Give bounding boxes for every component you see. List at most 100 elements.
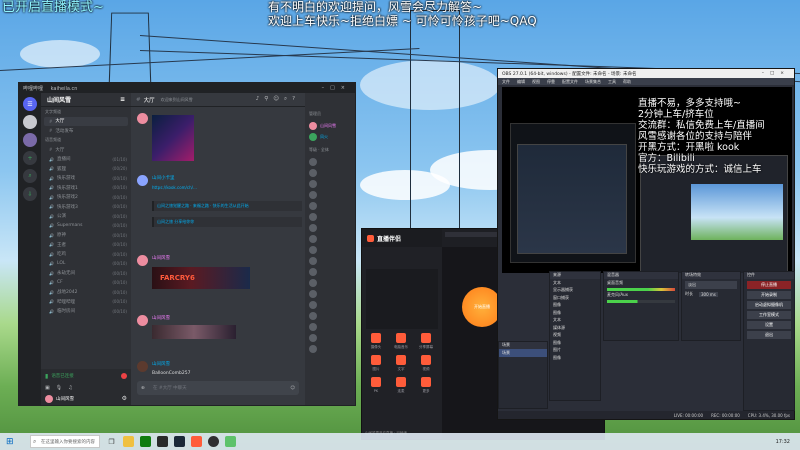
member-item[interactable]	[305, 200, 355, 211]
member-item[interactable]	[305, 233, 355, 244]
channel-item[interactable]: 🔊 永劫无间 (00/10)	[41, 269, 131, 279]
source-item[interactable]: 媒体源	[550, 324, 600, 332]
obs-titlebar[interactable]: OBS 27.0.1 (64-bit, windows) - 配置文件: 未命名…	[498, 69, 794, 78]
obs-menu-item[interactable]: 视图	[532, 79, 540, 85]
shared-image[interactable]	[152, 325, 236, 339]
message-embed[interactable]: 山间之旅 分享给你你	[152, 217, 302, 227]
close-icon[interactable]: ×	[341, 85, 351, 91]
member-item[interactable]	[305, 343, 355, 354]
explore-icon[interactable]: ⌕	[23, 169, 37, 183]
server-avatar[interactable]	[23, 133, 37, 147]
avatar[interactable]	[137, 113, 148, 124]
message-input[interactable]: ⊕ 在 #大厅 中聊天 ☺	[137, 381, 299, 395]
member-item[interactable]	[305, 310, 355, 321]
tool-tile[interactable]: 分享屏幕	[416, 333, 436, 350]
task-view-icon[interactable]: ❐	[106, 436, 117, 447]
chat-app-window[interactable]: 哔哩哔哩 kaiheila.cn –□× ☰ + ⌕ ⇩ 山间风雪 ≡ 文字频道…	[18, 82, 356, 406]
avatar[interactable]	[137, 255, 148, 266]
server-header[interactable]: 山间风雪 ≡	[41, 93, 131, 107]
source-item[interactable]: 图像	[550, 339, 600, 347]
channel-item[interactable]: 🔊 吃鸡 (00/10)	[41, 250, 131, 260]
obs-preview[interactable]: 直播不易，多多支持哦~ 2分钟上车/挤车位 交流群：私信免费上车/直播间 风雪感谢各位…	[502, 87, 792, 273]
channel-item[interactable]: 🔊 哔哩哔哩 (00/10)	[41, 297, 131, 307]
shared-image[interactable]	[152, 115, 194, 161]
message-link[interactable]: https://kook.com/ch/…	[152, 185, 197, 190]
message-embed[interactable]: 山间之旅觉醒之路 · 来福之路 · 快乐的生活从此开始	[152, 201, 302, 211]
control-button[interactable]: 设置	[747, 321, 791, 329]
channel-item[interactable]: 🔊 狐狸 (00/20)	[41, 164, 131, 174]
channel-item[interactable]: 🔊 战地2042 (00/10)	[41, 288, 131, 298]
obs-window[interactable]: OBS 27.0.1 (64-bit, windows) - 配置文件: 未命名…	[497, 68, 795, 420]
source-item[interactable]: 文本	[550, 317, 600, 325]
member-item[interactable]	[305, 222, 355, 233]
chat-app-icon[interactable]	[225, 436, 236, 447]
channel-item[interactable]: 🔊 临时房间 (00/10)	[41, 307, 131, 317]
headset-icon[interactable]: ♫	[68, 385, 72, 391]
taskbar-search[interactable]: ⌕ 在这里输入你要搜索的内容	[30, 435, 100, 448]
tool-tile[interactable]: 视频	[416, 355, 436, 372]
member-item[interactable]: 凤火	[305, 131, 355, 142]
screen-share-icon[interactable]: ▣	[45, 385, 50, 391]
scene-item[interactable]: 场景	[499, 349, 547, 357]
avatar[interactable]	[137, 315, 148, 326]
channel-item[interactable]: 🔊 公演 (00/10)	[41, 212, 131, 222]
tool-tile[interactable]: 图片	[366, 355, 386, 372]
source-item[interactable]: 窗口捕获	[550, 294, 600, 302]
member-item[interactable]	[305, 211, 355, 222]
channel-item[interactable]: 🔊 王者 (00/10)	[41, 240, 131, 250]
members-icon[interactable]: ☺	[273, 96, 284, 102]
add-server-icon[interactable]: +	[23, 151, 37, 165]
volume-meter[interactable]	[607, 300, 675, 303]
source-item[interactable]: 显示器捕获	[550, 287, 600, 295]
maximize-icon[interactable]: □	[770, 71, 780, 76]
emoji-icon[interactable]: ☺	[290, 386, 295, 391]
duration-value[interactable]: 300 ms	[699, 291, 718, 297]
minimize-icon[interactable]: –	[322, 85, 331, 91]
channel-item[interactable]: # 大厅	[44, 116, 128, 126]
control-button[interactable]: 开始录制	[747, 291, 791, 299]
close-icon[interactable]: ×	[780, 71, 790, 76]
transition-select[interactable]: 淡出	[685, 281, 737, 289]
obs-menu-item[interactable]: 场景集合	[585, 79, 601, 85]
source-item[interactable]: 图像	[550, 354, 600, 362]
source-item[interactable]: 图像	[550, 302, 600, 310]
message-author[interactable]: 山间风雪	[152, 255, 170, 266]
app-icon[interactable]	[157, 436, 168, 447]
file-explorer-icon[interactable]	[123, 436, 134, 447]
start-live-button[interactable]: 开始直播	[462, 287, 502, 327]
member-item[interactable]	[305, 178, 355, 189]
member-item[interactable]	[305, 288, 355, 299]
shared-image[interactable]: FARCRY6	[152, 267, 250, 289]
member-item[interactable]	[305, 321, 355, 332]
channel-item[interactable]: # 大厅	[41, 145, 131, 155]
tool-tile[interactable]: PK	[366, 377, 386, 393]
pin-icon[interactable]: ⚲	[264, 96, 273, 102]
mic-icon[interactable]: 🎙	[56, 385, 62, 391]
channel-item[interactable]: 🔊 Supermans (00/10)	[41, 221, 131, 231]
obs-menu-item[interactable]: 帮助	[623, 79, 631, 85]
server-avatar[interactable]	[23, 115, 37, 129]
avatar[interactable]	[137, 361, 148, 372]
source-item[interactable]: 图片	[550, 347, 600, 355]
server-menu-icon[interactable]: ≡	[120, 96, 125, 103]
home-icon[interactable]: ☰	[23, 97, 37, 111]
member-item[interactable]	[305, 167, 355, 178]
channel-item[interactable]: 🔊 快乐游戏3 (00/10)	[41, 202, 131, 212]
member-item[interactable]	[305, 244, 355, 255]
obs-menu-item[interactable]: 工具	[608, 79, 616, 85]
member-item[interactable]	[305, 299, 355, 310]
member-item[interactable]	[305, 332, 355, 343]
bell-icon[interactable]: ♪	[256, 96, 265, 102]
channel-item[interactable]: 🔊 快乐游戏1 (00/10)	[41, 183, 131, 193]
clock[interactable]: 17:32	[776, 439, 790, 445]
settings-icon[interactable]: ⚙	[122, 395, 127, 402]
channel-item[interactable]: 🔊 快乐游戏2 (00/10)	[41, 193, 131, 203]
member-item[interactable]	[305, 266, 355, 277]
tool-tile[interactable]: 电脑音乐	[391, 333, 411, 350]
channel-item[interactable]: 🔊 LOL (00/10)	[41, 259, 131, 269]
source-item[interactable]: 文本	[550, 279, 600, 287]
steam-icon[interactable]	[174, 436, 185, 447]
add-attachment-icon[interactable]: ⊕	[141, 386, 145, 391]
tool-tile[interactable]: 摄像头	[366, 333, 386, 350]
member-item[interactable]	[305, 156, 355, 167]
